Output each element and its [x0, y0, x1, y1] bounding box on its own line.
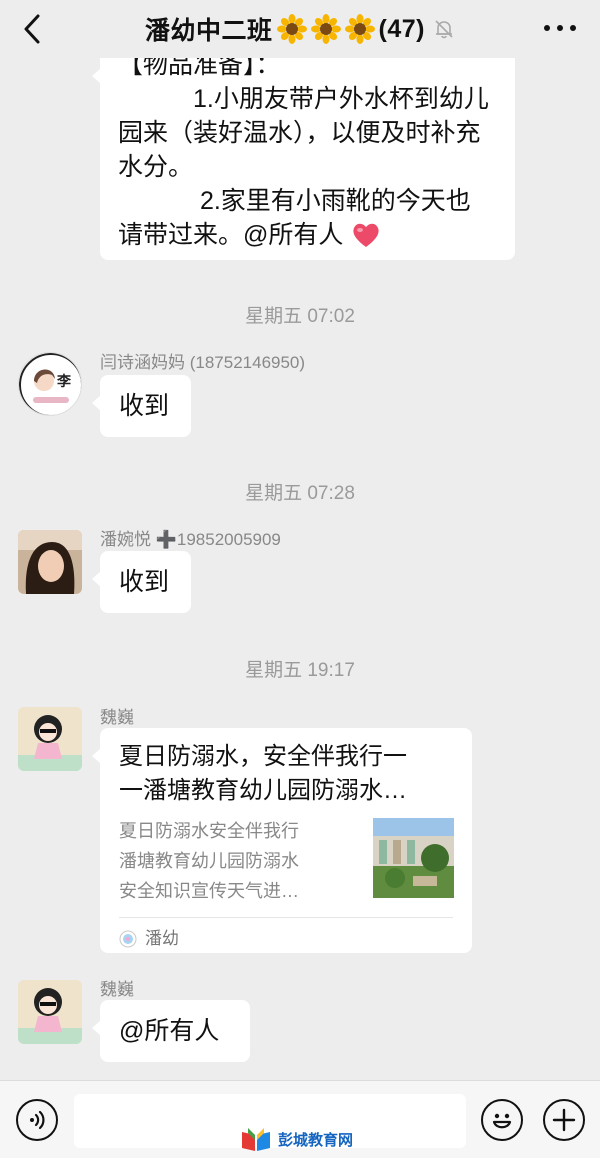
- chat-title: 潘幼中二班 (47): [145, 11, 455, 47]
- more-button[interactable]: [544, 22, 576, 34]
- link-card[interactable]: 夏日防溺水，安全伴我行一 一潘塘教育幼儿园防溺水… 夏日防溺水安全伴我行 潘塘教…: [92, 728, 472, 956]
- more-dots-icon: [544, 25, 550, 31]
- message-text: 收到: [119, 568, 170, 596]
- avatar[interactable]: [18, 980, 82, 1044]
- chevron-left-icon: [24, 14, 40, 44]
- message-bubble[interactable]: 【物品准备】： 1.小朋友带户外水杯到幼儿 园来（装好温水），以便及时补充 水分…: [92, 48, 515, 260]
- avatar-label: 李: [57, 373, 71, 389]
- avatar[interactable]: 李: [18, 352, 82, 416]
- chat-header: 潘幼中二班 (47): [0, 0, 600, 58]
- watermark: 彭城教育网: [240, 1126, 353, 1152]
- sender-name: 闫诗涵妈妈 (18752146950): [100, 353, 306, 372]
- sender-name: 魏巍: [100, 980, 134, 999]
- smiley-icon: [492, 1113, 512, 1129]
- message-line: 1.小朋友带户外水杯到幼儿: [118, 85, 489, 113]
- message-line: 园来（装好温水），以便及时补充: [118, 119, 481, 147]
- avatar[interactable]: [18, 707, 82, 771]
- message-text: 收到: [119, 392, 170, 420]
- message-bubble[interactable]: 收到: [92, 375, 191, 437]
- watermark-text: 彭城教育网: [278, 1131, 354, 1149]
- message-bubble[interactable]: 收到: [92, 551, 191, 613]
- card-thumbnail: [373, 818, 454, 898]
- voice-icon: [30, 1110, 45, 1130]
- more-dots-icon: [570, 25, 576, 31]
- sender-name: 潘婉悦 ➕19852005909: [100, 530, 281, 549]
- red-heart-icon: [353, 223, 379, 247]
- card-description-line: 安全知识宣传天气进…: [119, 881, 299, 901]
- message-line: 2.家里有小雨靴的今天也: [118, 187, 471, 215]
- chat-area[interactable]: 【物品准备】： 1.小朋友带户外水杯到幼儿 园来（装好温水），以便及时补充 水分…: [0, 0, 600, 1080]
- message-text: @所有人: [119, 1017, 220, 1045]
- message-line: 水分。: [118, 153, 194, 181]
- sunflower-icon: [276, 14, 307, 44]
- avatar[interactable]: [18, 530, 82, 594]
- card-description-line: 潘塘教育幼儿园防溺水: [119, 851, 299, 871]
- more-dots-icon: [557, 25, 563, 31]
- card-divider: [119, 917, 453, 918]
- card-title-line: 一潘塘教育幼儿园防溺水…: [119, 777, 407, 804]
- sunflower-icon: [344, 14, 375, 44]
- book-logo-icon: [242, 1128, 270, 1151]
- card-source: 潘幼: [119, 922, 179, 956]
- emoji-button[interactable]: [481, 1099, 523, 1141]
- card-description-line: 夏日防溺水安全伴我行: [119, 821, 299, 841]
- timestamp: 星期五 07:28: [245, 483, 355, 504]
- message-line: 请带过来。@所有人: [118, 221, 344, 249]
- back-button[interactable]: [18, 12, 48, 46]
- message-bubble[interactable]: @所有人: [92, 1000, 250, 1062]
- voice-button[interactable]: [16, 1099, 58, 1141]
- sender-name: 魏巍: [100, 708, 134, 727]
- card-title-line: 夏日防溺水，安全伴我行一: [119, 743, 407, 770]
- member-count: (47): [378, 14, 425, 43]
- sunflower-icon: [310, 14, 341, 44]
- mini-program-icon: [119, 930, 137, 948]
- timestamp: 星期五 07:02: [245, 306, 355, 327]
- group-name: 潘幼中二班: [145, 17, 273, 45]
- plus-icon: [552, 1108, 576, 1132]
- bell-muted-icon: [435, 20, 453, 39]
- card-source-label: 潘幼: [145, 929, 179, 948]
- timestamp: 星期五 19:17: [245, 660, 355, 681]
- plus-button[interactable]: [543, 1099, 585, 1141]
